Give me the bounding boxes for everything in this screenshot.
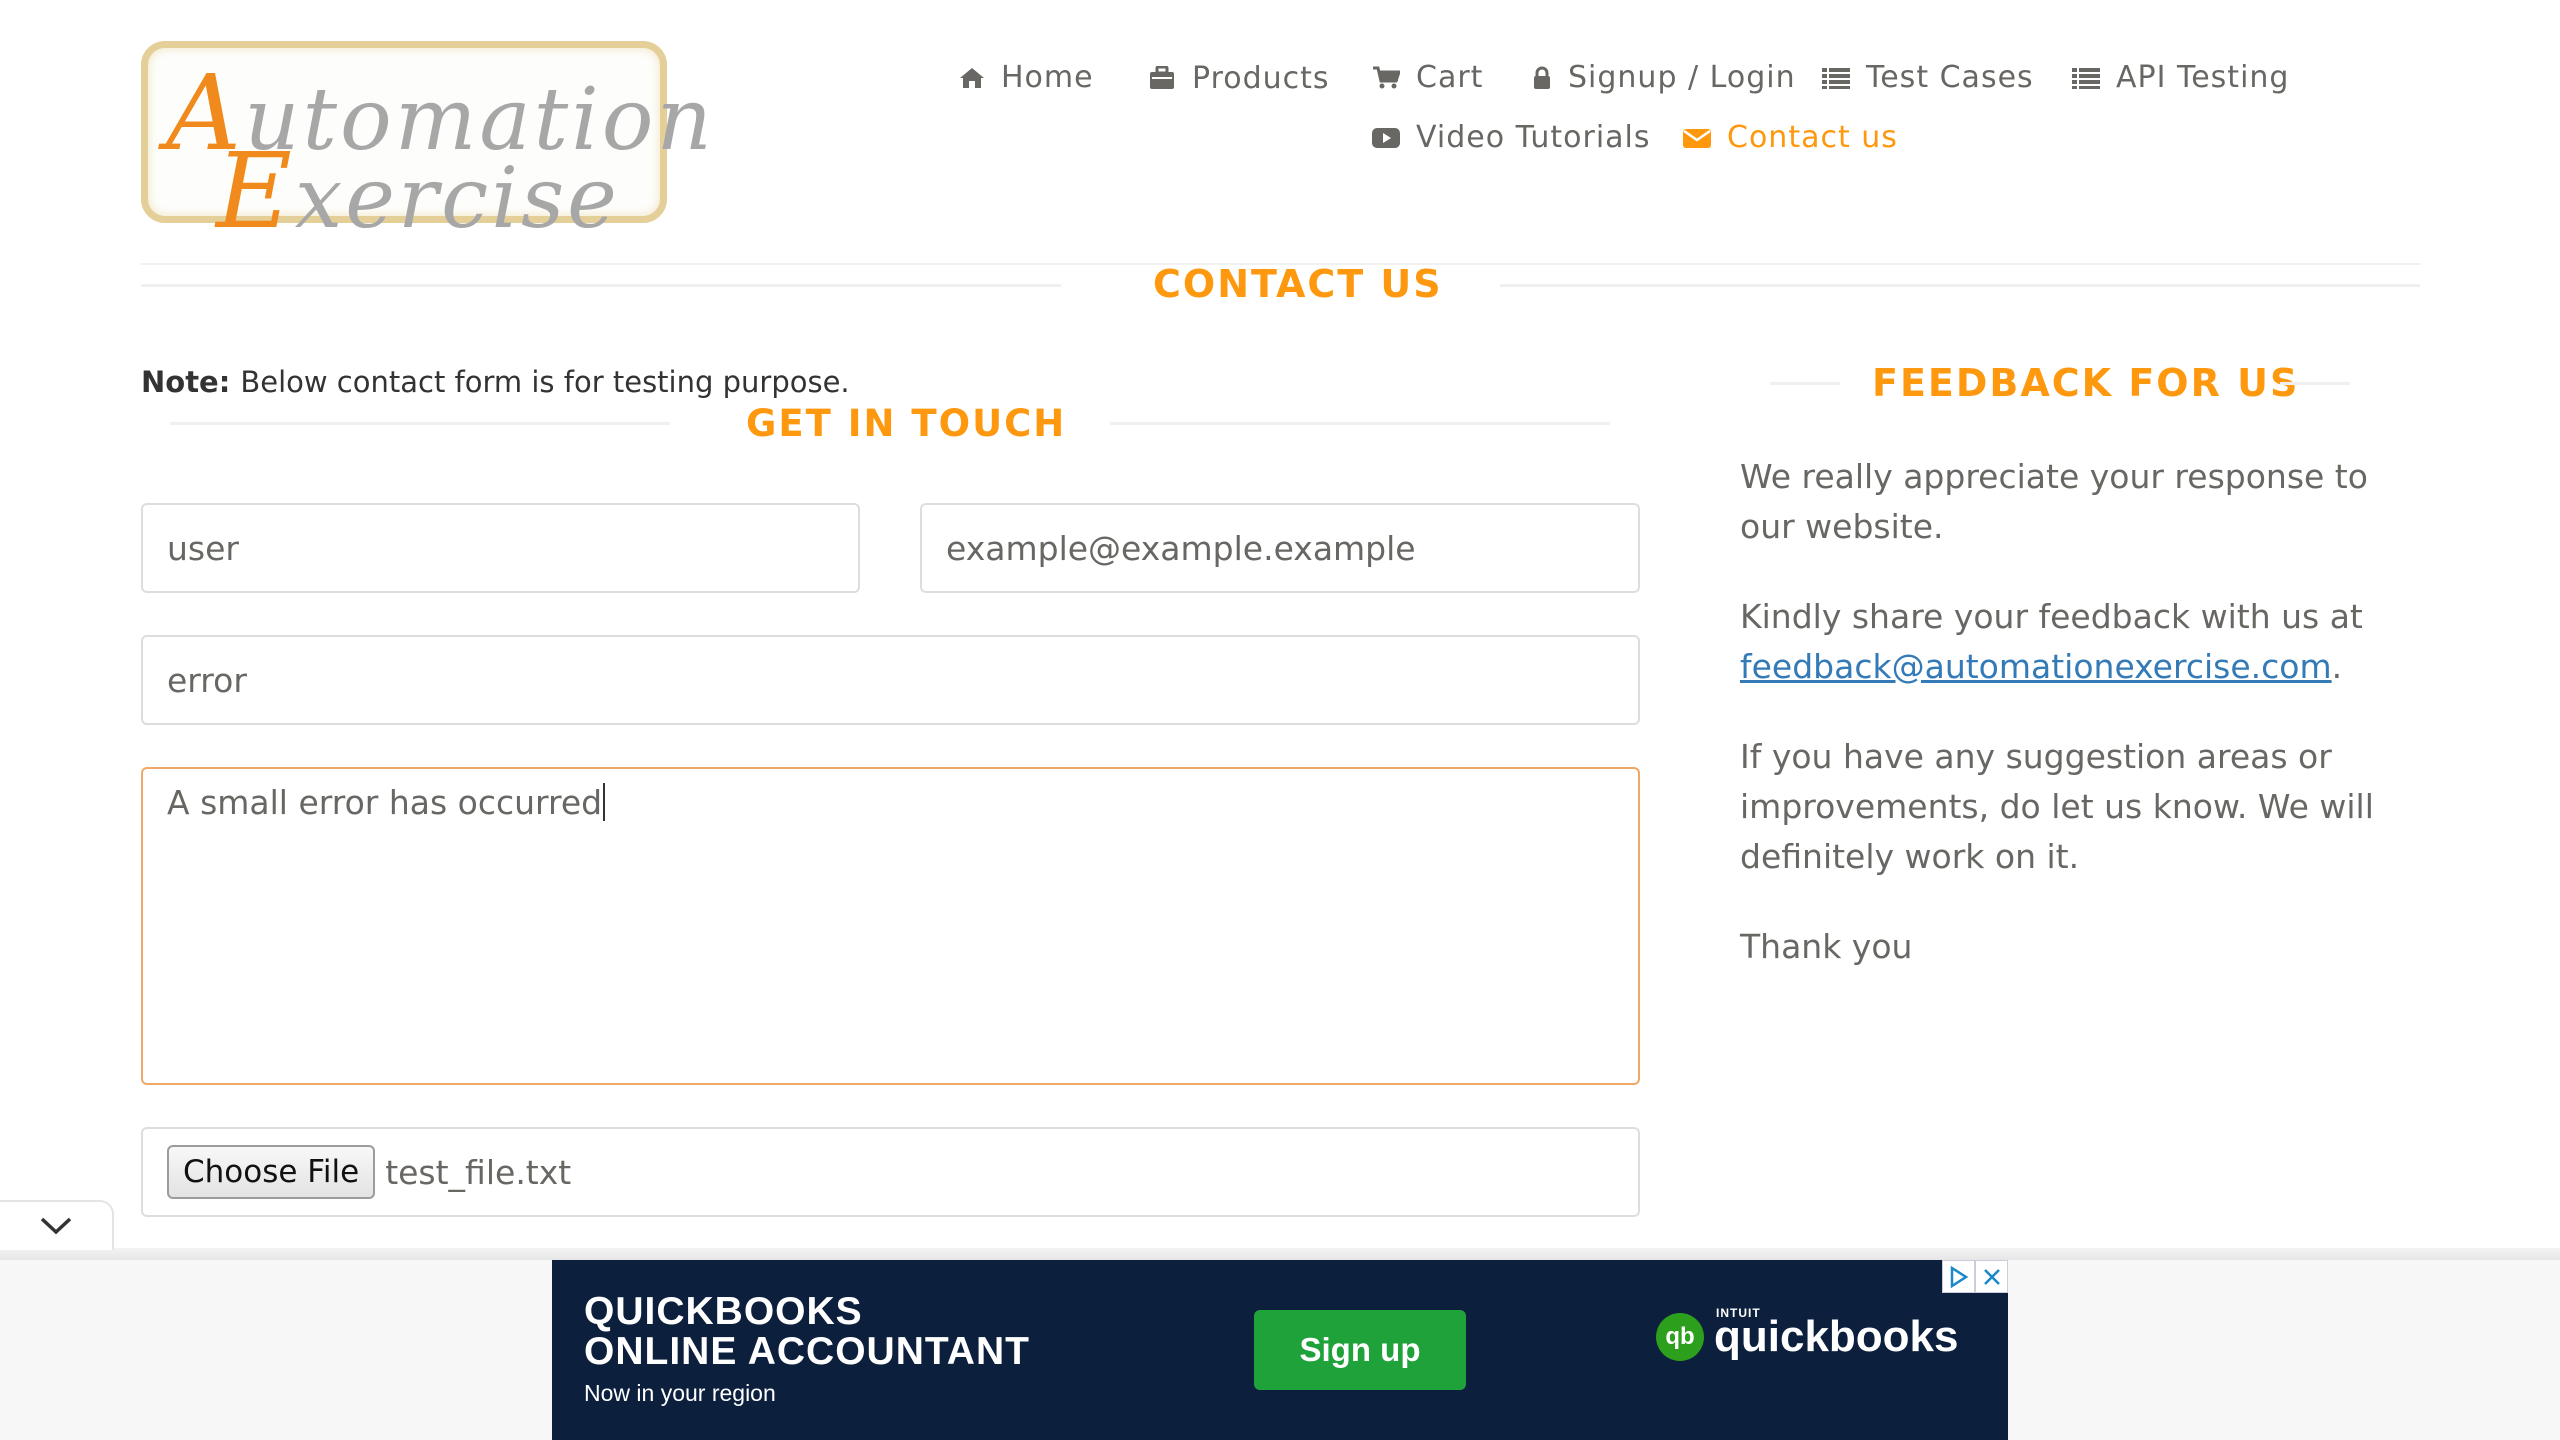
lock-icon [1534,66,1550,89]
nav-home[interactable]: Home [959,60,1094,95]
nav-contact-us[interactable]: Contact us [1683,120,1898,155]
title-rule-right [1500,284,2420,287]
nav-products[interactable]: Products [1148,61,1330,96]
get-in-touch-rule-right [1110,422,1610,425]
choose-file-button[interactable]: Choose File [167,1145,376,1199]
nav-signup-login-label: Signup / Login [1568,60,1796,95]
get-in-touch-rule-left [170,422,670,425]
feedback-rule-right [2280,382,2350,385]
email-input[interactable]: example@example.example [920,503,1640,593]
nav-contact-us-label: Contact us [1727,120,1898,155]
nav-cart-label: Cart [1416,60,1484,95]
get-in-touch-title: GET IN TOUCH [746,402,1067,445]
form-note: Note: Below contact form is for testing p… [141,365,850,399]
nav-home-label: Home [1001,60,1094,95]
cart-icon [1373,66,1400,88]
page-title: CONTACT US [1153,262,1443,306]
feedback-email-link[interactable]: feedback@automationexercise.com [1740,647,2332,686]
adchoices-icon[interactable] [1942,1260,1975,1293]
nav-video-tutorials[interactable]: Video Tutorials [1372,120,1651,155]
nav-video-tutorials-label: Video Tutorials [1416,120,1651,155]
nav-products-label: Products [1192,61,1330,96]
ad-collapse-button[interactable] [0,1200,114,1250]
quickbooks-logo: qb INTUIT quickbooks [1656,1306,1959,1362]
nav-api-testing-label: API Testing [2116,60,2290,95]
nav-cart[interactable]: Cart [1372,60,1483,95]
text-caret [603,783,606,821]
selected-file-name: test_file.txt [385,1152,572,1192]
ad-signup-button[interactable]: Sign up [1254,1310,1466,1390]
feedback-paragraph-3: If you have any suggestion areas or impr… [1740,737,2374,876]
name-input[interactable]: user [141,503,860,593]
subject-input[interactable]: error [141,635,1640,725]
home-icon [960,67,984,88]
quickbooks-logo-icon: qb [1656,1313,1704,1361]
briefcase-icon [1150,65,1174,89]
ad-subline: Now in your region [584,1380,776,1406]
envelope-icon [1683,128,1711,148]
list-icon [2072,67,2100,89]
message-textarea[interactable]: A small error has occurred [141,767,1640,1085]
title-rule-left [141,284,1061,287]
ad-headline: QUICKBOOKS ONLINE ACCOUNTANT [584,1290,1030,1373]
site-logo[interactable]: Automation Exercise [141,41,712,252]
feedback-paragraph-2: Kindly share your feedback with us at fe… [1740,597,2363,686]
nav-test-cases-label: Test Cases [1866,60,2034,95]
feedback-title: FEEDBACK FOR US [1872,361,2300,405]
ad-choices [1942,1260,2008,1293]
feedback-paragraph-1: We really appreciate your response to ou… [1740,457,2368,546]
list-icon [1822,67,1850,89]
feedback-rule-left [1770,382,1840,385]
feedback-paragraph-4: Thank you [1740,927,1913,966]
nav-api-testing[interactable]: API Testing [2072,60,2289,95]
file-upload-input[interactable]: Choose File test_file.txt [141,1127,1640,1217]
quickbooks-ad[interactable]: QUICKBOOKS ONLINE ACCOUNTANT Now in your … [552,1260,2008,1440]
youtube-icon [1372,127,1400,148]
chevron-down-icon [40,1217,72,1235]
ad-close-icon[interactable] [1975,1260,2008,1293]
logo-line-2: Exercise [216,130,620,252]
nav-signup-login[interactable]: Signup / Login [1532,60,1796,95]
nav-test-cases[interactable]: Test Cases [1822,60,2034,95]
ad-divider [0,1248,2560,1260]
